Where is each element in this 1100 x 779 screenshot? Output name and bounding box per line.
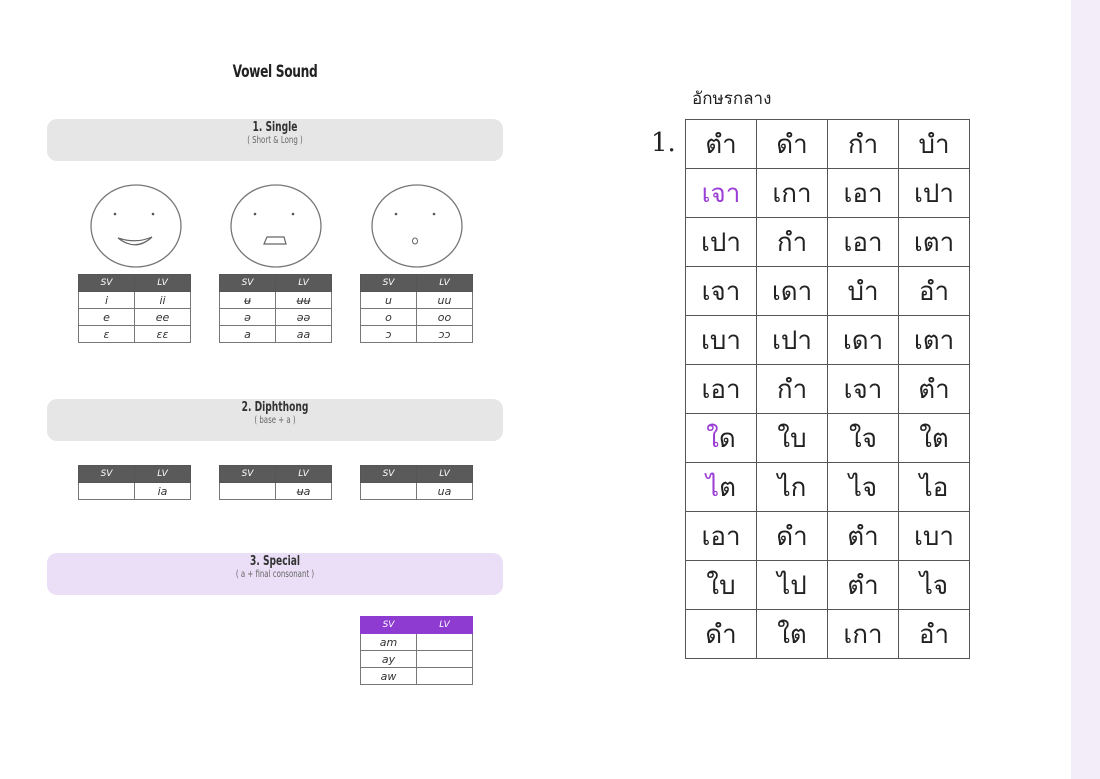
grid-cell: ดำ: [756, 511, 828, 561]
section-title: 3. Special: [250, 554, 300, 569]
grid-cell: ไป: [756, 560, 828, 610]
grid-cell: ไอ: [898, 462, 970, 512]
grid-cell: ตำ: [827, 511, 899, 561]
grid-cell: ตำ: [827, 560, 899, 610]
diphthong-table-ia: SV LV ia: [78, 465, 191, 500]
section-diphthong: 2. Diphthong ( base + a ): [47, 399, 503, 441]
grid-cell: ใบ: [685, 560, 757, 610]
special-vowel-table: SV LV am ay aw: [360, 616, 473, 685]
grid-cell: ไจ: [827, 462, 899, 512]
grid-cell: กำ: [756, 364, 828, 414]
grid-cell: เจา: [827, 364, 899, 414]
grid-cell: เจา: [685, 168, 757, 218]
section-subtitle: ( base + a ): [254, 415, 296, 426]
grid-cell: เอา: [685, 364, 757, 414]
section-special: 3. Special ( a + final consonant ): [47, 553, 503, 595]
section-title: 1. Single: [252, 120, 298, 135]
grid-cell: บำ: [827, 266, 899, 316]
exercise-number: 1.: [651, 128, 676, 158]
grid-cell: เดา: [756, 266, 828, 316]
grid-cell: กำ: [827, 119, 899, 169]
diphthong-table-ua-central: SV LV ʉa: [219, 465, 332, 500]
grid-cell: ดำ: [756, 119, 828, 169]
grid-cell: เปา: [756, 315, 828, 365]
grid-cell: เจา: [685, 266, 757, 316]
grid-cell: บำ: [898, 119, 970, 169]
grid-cell: เกา: [827, 609, 899, 659]
section-title: 2. Diphthong: [241, 400, 309, 415]
section-single: 1. Single ( Short & Long ): [47, 119, 503, 161]
face-smile-illustration: [90, 184, 182, 268]
grid-cell: ไก: [756, 462, 828, 512]
grid-cell: ใต: [756, 609, 828, 659]
grid-cell: กำ: [756, 217, 828, 267]
grid-cell: ตำ: [898, 364, 970, 414]
grid-cell: เบา: [685, 315, 757, 365]
diphthong-table-ua: SV LV ua: [360, 465, 473, 500]
grid-cell: เอา: [827, 217, 899, 267]
grid-cell: อำ: [898, 609, 970, 659]
consonant-class-heading: อักษรกลาง: [692, 89, 772, 109]
grid-cell: เบา: [898, 511, 970, 561]
single-vowel-table-central: SV LV ʉ ʉʉ ə əə a aa: [219, 274, 332, 343]
section-subtitle: ( Short & Long ): [247, 135, 303, 146]
grid-cell: เอา: [827, 168, 899, 218]
grid-cell: เปา: [898, 168, 970, 218]
grid-cell: เตา: [898, 217, 970, 267]
page-title: Vowel Sound: [232, 62, 318, 82]
grid-cell: ไต: [685, 462, 757, 512]
grid-cell: เตา: [898, 315, 970, 365]
face-round-lips-illustration: [371, 184, 463, 268]
face-open-mouth-illustration: [230, 184, 322, 268]
single-vowel-table-back: SV LV u uu o oo ɔ ɔɔ: [360, 274, 473, 343]
thai-reading-grid: ตำ ดำ กำ บำ เจา เกา เอา เปา เปา กำ เอา เ…: [685, 119, 970, 659]
single-vowel-table-front: SV LV i ii e ee ɛ ɛɛ: [78, 274, 191, 343]
grid-cell: ใจ: [827, 413, 899, 463]
grid-cell: ไจ: [898, 560, 970, 610]
grid-cell: ตำ: [685, 119, 757, 169]
grid-cell: เปา: [685, 217, 757, 267]
grid-cell: ใด: [685, 413, 757, 463]
grid-cell: เกา: [756, 168, 828, 218]
grid-cell: ใต: [898, 413, 970, 463]
grid-cell: เอา: [685, 511, 757, 561]
grid-cell: อำ: [898, 266, 970, 316]
grid-cell: เดา: [827, 315, 899, 365]
grid-cell: ดำ: [685, 609, 757, 659]
section-subtitle: ( a + final consonant ): [235, 569, 315, 580]
side-strip: [1071, 0, 1100, 779]
grid-cell: ใบ: [756, 413, 828, 463]
